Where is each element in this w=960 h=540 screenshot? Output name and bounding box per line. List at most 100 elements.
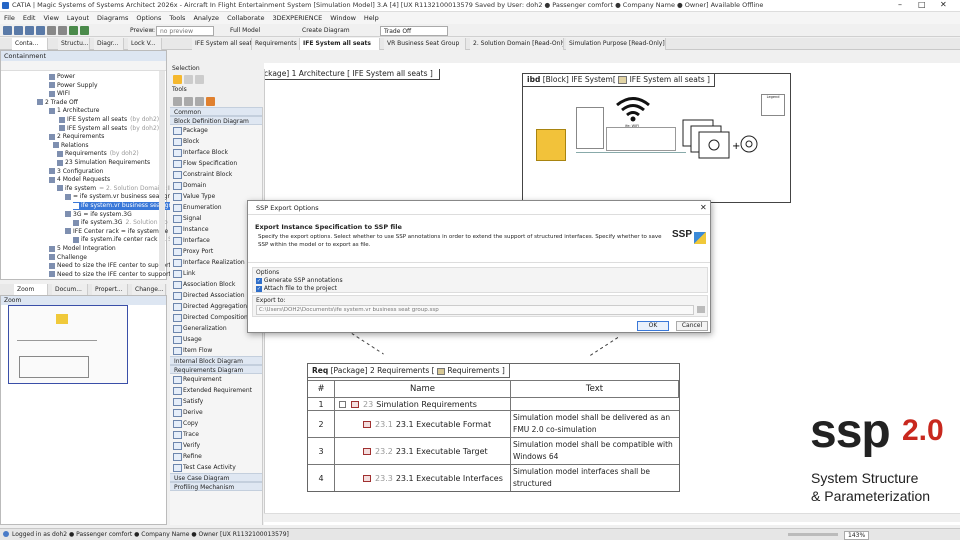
attach-file-checkbox[interactable]: ✓ Attach file to the project [256,285,337,292]
left-tab-diagrams[interactable]: Diagr... [94,38,124,50]
palette-item[interactable]: Block [170,136,262,147]
tree-row[interactable]: Need to size the IFE center to support t… [49,271,179,279]
cancel-button[interactable]: Cancel [676,321,708,331]
menu-file[interactable]: File [0,12,19,24]
table-row[interactable]: 1 23 Simulation Requirements [308,397,679,410]
export-path-field[interactable]: C:\Users\DOH2\Documents\ife system.vr bu… [256,305,694,315]
pointer-icon[interactable] [173,75,182,84]
palette-group-header[interactable]: Use Case Diagram [170,473,262,482]
tree-row[interactable]: 3G = ife system.3G [65,211,132,219]
palette-group-header[interactable]: Requirements Diagram [170,365,262,374]
tree-row[interactable]: 1 Architecture [49,107,99,115]
dialog-close-icon[interactable]: ✕ [700,203,707,212]
menu-view[interactable]: View [39,12,62,24]
palette-item[interactable]: Satisfy [170,396,262,407]
palette-group-header[interactable]: Profiling Mechanism [170,482,262,491]
save-icon[interactable] [25,26,34,35]
req-table-header-cell[interactable]: # [308,381,335,397]
ok-button[interactable]: OK [637,321,669,331]
palette-group-header[interactable]: Block Definition Diagram [170,116,262,125]
tree-row[interactable]: Power [49,73,75,81]
left-tab-containment[interactable]: Conta... [12,38,48,50]
create-diagram-button[interactable]: Create Diagram [300,26,352,36]
palette-group-header[interactable]: Common [170,107,262,116]
zoom-viewport[interactable] [8,305,128,384]
tree-row[interactable]: Challenge [49,254,87,262]
palette-item[interactable]: Copy [170,418,262,429]
tree-row[interactable]: 5 Model Integration [49,245,116,253]
table-row[interactable]: 2 23.1 23.1 Executable Format Simulation mo… [308,410,679,437]
menu-diagrams[interactable]: Diagrams [93,12,132,24]
left-tab-lock[interactable]: Lock V... [128,38,162,50]
menu-analyze[interactable]: Analyze [189,12,223,24]
undo-icon[interactable] [47,26,56,35]
tree-row[interactable]: IFE System all seats (by doh2) [59,125,159,133]
tree-row[interactable]: Requirements (by doh2) [57,150,139,158]
menu-tools[interactable]: Tools [165,12,189,24]
tab-simulation-purpose[interactable]: Simulation Purpose [Read-Only] [566,38,666,50]
anchor-tool-icon[interactable] [195,97,204,106]
tree-row[interactable]: IFE System all seats (by doh2) [59,116,159,124]
tab-solution-domain[interactable]: 2. Solution Domain [Read-Only] [470,38,564,50]
browse-folder-icon[interactable] [697,306,705,313]
tree-row[interactable]: ife system.vr business seat gr [73,202,171,210]
minimize-icon[interactable]: – [898,0,910,9]
palette-item[interactable]: Requirement [170,374,262,385]
back-icon[interactable] [69,26,78,35]
menu-3dexperience[interactable]: 3DEXPERIENCE [268,12,326,24]
palette-item[interactable]: Package [170,125,262,136]
text-tool-icon[interactable] [173,97,182,106]
palette-item[interactable]: Flow Specification [170,158,262,169]
maximize-icon[interactable]: □ [918,0,930,9]
palette-item[interactable]: Refine [170,451,262,462]
tree-row[interactable]: 2 Trade Off [37,99,78,107]
menu-options[interactable]: Options [132,12,165,24]
req-table-header-cell[interactable]: Text [511,381,679,397]
tree-row[interactable]: 3 Configuration [49,168,103,176]
table-row[interactable]: 4 23.3 23.1 Executable Interfaces Simulatio… [308,464,679,491]
tab-ife-system-active[interactable]: IFE System all seats [300,38,380,50]
forward-icon[interactable] [80,26,89,35]
palette-item[interactable]: Verify [170,440,262,451]
palette-item[interactable]: Trace [170,429,262,440]
new-project-icon[interactable] [3,26,12,35]
note-tool-icon[interactable] [184,97,193,106]
palette-item[interactable]: Usage [170,334,262,345]
tree-row[interactable]: ife system.3G 2. Solution Do [73,219,168,227]
palette-options-icon[interactable] [195,75,204,84]
open-icon[interactable] [14,26,23,35]
palette-item[interactable]: Domain [170,180,262,191]
canvas-hscrollbar[interactable] [264,513,960,522]
redo-icon[interactable] [58,26,67,35]
tree-row[interactable]: 23 Simulation Requirements [57,159,150,167]
trade-off-select[interactable]: Trade Off [380,26,448,36]
save-all-icon[interactable] [36,26,45,35]
tree-row[interactable]: IFE Center rack = ife system.ife c [65,228,173,236]
tree-row[interactable]: Power Supply [49,82,98,90]
tab-requirements[interactable]: Requirements [252,38,300,50]
full-model-button[interactable]: Full Model [228,26,262,36]
ssp-annotations-checkbox[interactable]: ✓ Generate SSP annotations [256,277,343,284]
tab-ife-system-1[interactable]: IFE System all seats [192,38,252,50]
left-tab-structure[interactable]: Structu... [58,38,90,50]
tree-row[interactable]: 2 Requirements [49,133,104,141]
zoom-level[interactable]: 143% [844,531,870,540]
palette-item[interactable]: Interface Block [170,147,262,158]
table-row[interactable]: 3 23.2 23.1 Executable Target Simulation mo… [308,437,679,464]
menu-layout[interactable]: Layout [63,12,93,24]
palette-item[interactable]: Test Case Activity [170,462,262,473]
zoom-slider[interactable] [788,533,838,536]
tree-row[interactable]: WIFI [49,90,70,98]
close-icon[interactable]: ✕ [940,0,952,9]
tree-scrollbar[interactable] [159,71,165,271]
preview-select[interactable]: no preview [156,26,214,36]
tree-row[interactable]: = ife system.vr business seat gro [65,193,173,201]
palette-item[interactable]: Extended Requirement [170,385,262,396]
req-table-header-cell[interactable]: Name [335,381,511,397]
menu-edit[interactable]: Edit [19,12,40,24]
tree-row[interactable]: Relations [53,142,89,150]
lasso-icon[interactable] [184,75,193,84]
tab-vr-business-seat[interactable]: VR Business Seat Group [384,38,466,50]
palette-item[interactable]: Constraint Block [170,169,262,180]
menu-collaborate[interactable]: Collaborate [223,12,268,24]
